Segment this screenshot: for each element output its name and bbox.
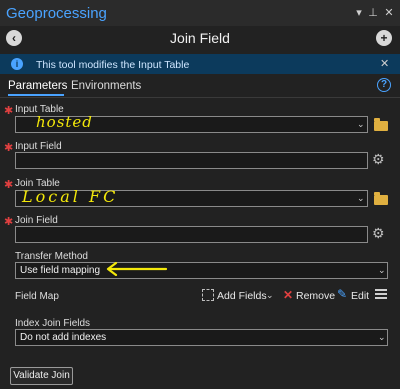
required-marker: ✱ — [4, 179, 14, 191]
input-field-label: Input Field — [15, 141, 62, 152]
transfer-method-select[interactable]: Use field mapping — [15, 262, 388, 279]
folder-icon[interactable] — [374, 118, 388, 131]
banner-close-icon[interactable]: ✕ — [380, 57, 389, 70]
tool-title: Join Field — [170, 30, 230, 46]
annotation-arrow-icon — [106, 262, 168, 276]
pane-title: Geoprocessing — [6, 5, 107, 22]
remove-button[interactable]: Remove — [296, 290, 335, 302]
chevron-down-icon[interactable]: ⌄ — [378, 332, 386, 343]
required-marker: ✱ — [4, 105, 14, 117]
gear-icon[interactable]: ⚙ — [372, 225, 385, 242]
plus-icon[interactable]: + — [376, 30, 392, 46]
add-fields-button[interactable]: Add Fields — [217, 290, 267, 302]
tab-parameters[interactable]: Parameters — [8, 80, 67, 92]
dropdown-icon[interactable]: ▾ — [352, 6, 366, 20]
chevron-down-icon[interactable]: ⌄ — [357, 193, 365, 204]
required-marker: ✱ — [4, 142, 14, 154]
pin-icon[interactable]: ⊥ — [366, 6, 380, 20]
field-map-label: Field Map — [15, 291, 59, 302]
join-table-value: Local FC — [22, 187, 119, 206]
remove-icon[interactable]: ✕ — [283, 288, 293, 302]
menu-icon[interactable] — [375, 289, 387, 299]
validate-join-button[interactable]: Validate Join — [10, 367, 73, 385]
join-field-label: Join Field — [15, 215, 58, 226]
join-field-field[interactable] — [15, 226, 368, 243]
help-icon[interactable]: ? — [377, 78, 391, 92]
input-table-value: hosted — [36, 113, 93, 131]
index-join-fields-value: Do not add indexes — [20, 332, 107, 343]
banner-text: This tool modifies the Input Table — [36, 59, 190, 71]
index-join-fields-label: Index Join Fields — [15, 318, 91, 329]
chevron-down-icon[interactable]: ⌄ — [357, 119, 365, 130]
tab-divider — [0, 97, 400, 98]
edit-button[interactable]: Edit — [351, 290, 369, 302]
required-marker: ✱ — [4, 216, 14, 228]
active-tab-indicator — [8, 94, 64, 96]
edit-pencil-icon[interactable]: ✎ — [337, 287, 347, 301]
index-join-fields-select[interactable]: Do not add indexes — [15, 329, 388, 346]
tab-environments[interactable]: Environments — [71, 80, 141, 92]
chevron-down-icon[interactable]: ⌄ — [378, 265, 386, 276]
chevron-down-icon[interactable]: ⌄ — [266, 290, 274, 301]
transfer-method-value: Use field mapping — [20, 265, 101, 276]
gear-icon[interactable]: ⚙ — [372, 151, 385, 168]
close-icon[interactable]: ✕ — [382, 6, 396, 20]
add-fields-icon[interactable] — [202, 289, 214, 301]
folder-icon[interactable] — [374, 192, 388, 205]
transfer-method-label: Transfer Method — [15, 251, 88, 262]
info-icon: i — [11, 58, 23, 70]
input-field-field[interactable] — [15, 152, 368, 169]
